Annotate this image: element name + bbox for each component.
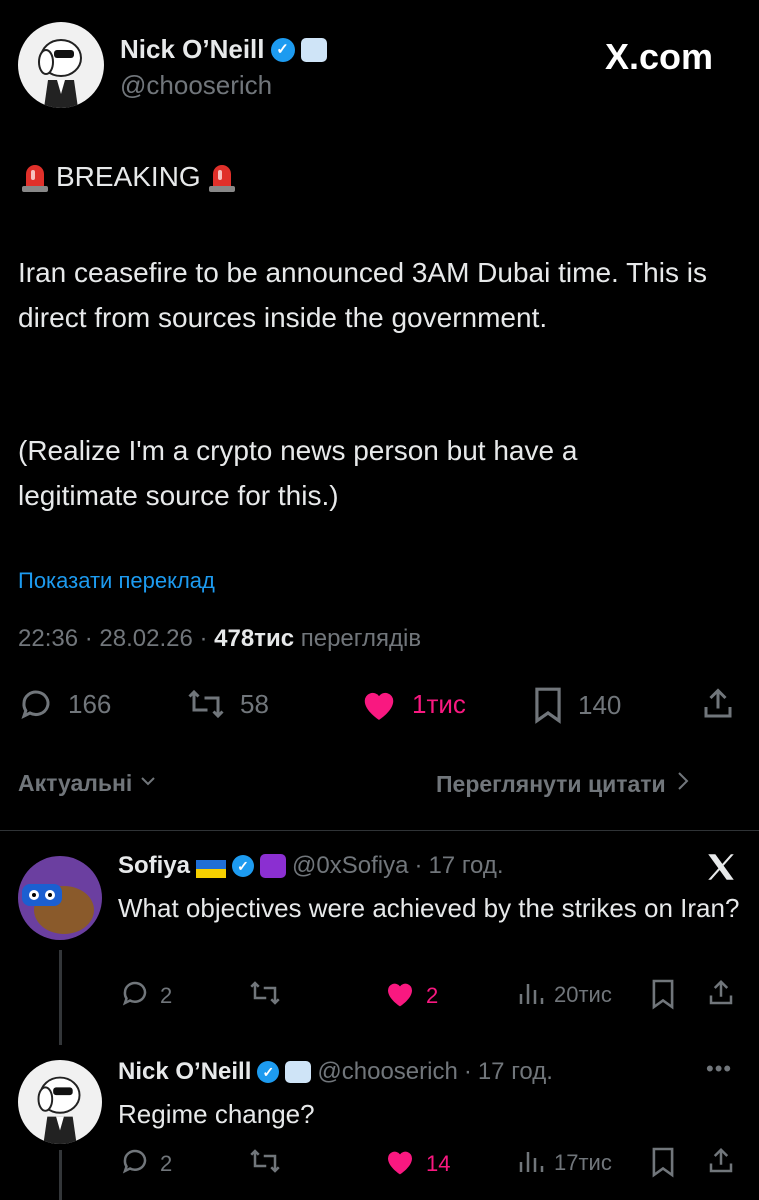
heart-icon [360,686,398,722]
chevron-down-icon [138,770,158,797]
post-time[interactable]: 22:36 [18,625,78,652]
views-button[interactable]: 20тис [518,978,612,1012]
bookmark-icon [650,979,676,1014]
share-icon [706,979,736,1012]
repost-icon [186,686,226,722]
more-options-icon[interactable]: ••• [706,1056,732,1082]
sort-relevant-dropdown[interactable]: Актуальні [18,770,158,797]
siren-icon [18,160,52,194]
reply-author-handle[interactable]: @chooserich [317,1058,457,1086]
dog-avatar-icon [37,1076,81,1144]
views-bar-chart-icon [518,978,544,1012]
share-button[interactable] [706,1146,736,1181]
bookmark-button[interactable]: 140 [532,686,621,724]
views-bar-chart-icon [518,1146,544,1180]
reply-text: Regime change? [118,1099,315,1129]
repost-button[interactable] [248,1146,282,1181]
breaking-label: BREAKING [56,161,201,192]
ukraine-flag-icon [196,857,227,878]
bookmark-button[interactable] [650,978,676,1015]
site-label: X.com [605,36,714,77]
views-count: 17тис [554,1150,612,1175]
bookmark-icon [650,1147,676,1182]
repost-button[interactable] [248,978,282,1013]
affiliate-badge-icon[interactable] [300,37,327,62]
reply-time[interactable]: 17 год. [478,1058,553,1086]
reply-button[interactable]: 166 [18,686,111,722]
views-count: 20тис [554,982,612,1007]
heart-icon [384,1146,416,1182]
verified-badge-icon: ✓ [270,37,295,62]
reply-author-name[interactable]: Sofiya [118,852,190,880]
like-count: 14 [426,1151,451,1176]
reply-button[interactable]: 2 [120,1146,172,1182]
affiliate-badge-icon[interactable] [285,1061,312,1083]
reply-count: 2 [160,983,173,1008]
reply-avatar[interactable] [18,856,102,940]
repost-icon [248,981,282,1012]
view-quotes-label: Переглянути цитати [436,770,666,797]
view-quotes-link[interactable]: Переглянути цитати [436,770,690,798]
share-icon [706,1147,736,1180]
author-name[interactable]: Nick O’Neill [120,34,265,65]
reply-text: What objectives were achieved by the str… [118,893,740,923]
post-text-paragraph: (Realize I'm a crypto news person but ha… [18,435,578,511]
repost-button[interactable]: 58 [186,686,269,722]
reply-count: 2 [160,1151,173,1176]
reply-avatar[interactable] [18,1060,102,1144]
like-count: 1тис [412,688,466,719]
sort-relevant-label: Актуальні [18,770,133,796]
share-button[interactable] [706,978,736,1013]
repost-count: 58 [240,688,269,719]
thread-line [59,1150,62,1200]
section-divider [0,830,759,831]
reply-count: 166 [68,688,112,719]
views-count: 478тис [214,625,295,652]
post-text-paragraph: Iran ceasefire to be announced 3AM Dubai… [18,257,707,333]
post-date[interactable]: 28.02.26 [99,625,192,652]
show-translation-link[interactable]: Показати переклад [18,568,215,594]
thread-line [59,950,62,1045]
reply-time[interactable]: 17 год. [428,852,503,880]
like-count: 2 [426,983,439,1008]
reply-author-name[interactable]: Nick O’Neill [118,1058,251,1086]
verified-badge-icon: ✓ [232,855,255,877]
dog-avatar-icon [38,39,82,108]
heart-icon [384,978,416,1014]
author-handle[interactable]: @chooserich [120,70,272,101]
reply-button[interactable]: 2 [120,978,172,1014]
like-button[interactable]: 2 [384,978,438,1014]
author-avatar[interactable] [18,22,104,108]
bookmark-button[interactable] [650,1146,676,1183]
affiliate-badge-icon[interactable] [260,854,287,878]
verified-badge-icon: ✓ [257,1061,280,1083]
share-button[interactable] [700,686,736,722]
share-icon [700,686,736,722]
reply-author-handle[interactable]: @0xSofiya [292,852,408,880]
bookmark-count: 140 [578,689,622,720]
like-button[interactable]: 1тис [360,686,466,722]
views-label: переглядів [300,625,422,652]
chevron-right-icon [676,770,690,798]
reply-icon [120,978,150,1014]
reply-icon [120,1146,150,1182]
capybara-avatar-icon [22,884,94,934]
like-button[interactable]: 14 [384,1146,450,1182]
views-button[interactable]: 17тис [518,1146,612,1180]
x-logo-icon [704,850,738,889]
bookmark-icon [532,686,564,724]
siren-icon [205,160,239,194]
reply-icon [18,686,54,722]
repost-icon [248,1149,282,1180]
